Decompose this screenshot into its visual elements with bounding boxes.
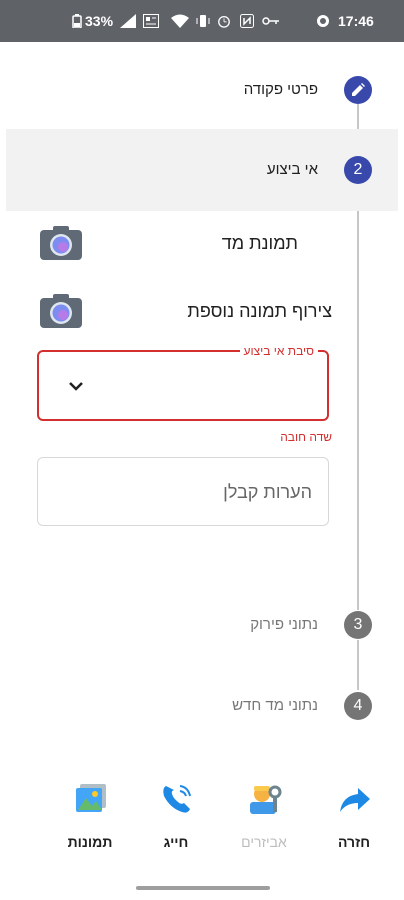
worker-icon (250, 785, 282, 814)
step-2[interactable]: אי ביצוע 2 (0, 148, 404, 192)
news-icon (143, 14, 159, 28)
wifi-icon (171, 14, 189, 28)
step-2-label: אי ביצוע (266, 161, 318, 178)
gallery-icon (76, 784, 106, 812)
camera-icon[interactable] (40, 226, 82, 260)
step-1-label: פרטי פקודה (243, 81, 318, 98)
share-arrow-icon (340, 788, 370, 812)
pencil-icon (352, 83, 365, 96)
back-button[interactable]: חזרה (316, 782, 392, 862)
alarm-icon (218, 15, 230, 28)
dial-label: חייג (163, 834, 189, 850)
vibrate-icon (196, 15, 210, 27)
battery-percent: 33% (85, 13, 114, 29)
reason-select-label: סיבת אי ביצוע (239, 344, 318, 358)
accessories-label: אביזרים (241, 834, 287, 850)
step-1[interactable]: פרטי פקודה (0, 68, 404, 112)
extra-photo-row[interactable]: צירוף תמונה נוספת (0, 292, 404, 332)
status-bar: 33% 17:46 (0, 0, 404, 42)
phone-icon (163, 785, 191, 813)
nfc-icon (240, 14, 254, 28)
battery-icon (72, 14, 82, 28)
step-3-circle: 3 (344, 611, 372, 639)
key-icon (262, 17, 279, 25)
step-4-circle: 4 (344, 692, 372, 720)
extra-photo-label: צירוף תמונה נוספת (187, 301, 332, 321)
stepper-connector (357, 640, 359, 690)
home-indicator[interactable] (136, 886, 270, 890)
step-4[interactable]: נתוני מד חדש 4 (0, 684, 404, 728)
data-saver-icon (317, 15, 329, 27)
reason-select-error: שדה חובה (280, 430, 332, 444)
dial-button[interactable]: חייג (138, 782, 214, 862)
photos-label: תמונות (67, 834, 113, 850)
chevron-down-icon[interactable] (66, 376, 86, 396)
step-3-label: נתוני פירוק (250, 616, 318, 633)
meter-photo-row[interactable]: תמונת מד (0, 224, 404, 264)
contractor-notes-placeholder: הערות קבלן (223, 482, 312, 502)
meter-photo-label: תמונת מד (221, 233, 298, 253)
signal-icon (120, 14, 136, 28)
step-2-circle: 2 (344, 156, 372, 184)
accessories-button[interactable]: אביזרים (226, 782, 302, 862)
back-label: חזרה (337, 834, 371, 850)
step-1-circle (344, 76, 372, 104)
camera-icon[interactable] (40, 294, 82, 328)
clock: 17:46 (338, 13, 374, 29)
photos-button[interactable]: תמונות (52, 782, 128, 862)
step-4-label: נתוני מד חדש (232, 697, 318, 714)
step-3[interactable]: נתוני פירוק 3 (0, 603, 404, 647)
